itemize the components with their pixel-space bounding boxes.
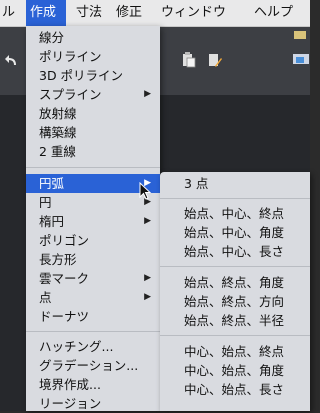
menu-item-label: グラデーション...	[39, 358, 139, 373]
menu-item-double-line[interactable]: 2 重線	[26, 142, 160, 161]
menu-item-label: 長方形	[39, 252, 77, 267]
menu-item-polyline[interactable]: ポリライン	[26, 47, 160, 66]
menu-item-label: スプライン	[39, 87, 102, 102]
menubar-item-dimension[interactable]: 寸法	[72, 0, 110, 26]
submenu-item-start-center-length[interactable]: 始点、中心、長さ	[160, 242, 310, 261]
menu-item-label: ドーナツ	[39, 309, 90, 324]
match-properties-icon[interactable]	[208, 52, 222, 68]
create-menu: 線分 ポリライン 3D ポリライン スプライン ▶ 放射線 構築線 2 重線 円弧…	[26, 26, 160, 411]
submenu-item-start-center-end[interactable]: 始点、中心、終点	[160, 204, 310, 223]
submenu-item-start-end-angle[interactable]: 始点、終点、角度	[160, 273, 310, 292]
menubar-item-help[interactable]: ヘルプ	[250, 0, 310, 26]
menu-item-label: 雲マーク	[39, 271, 90, 286]
menubar: ル 作成 寸法 修正 ウィンドウ ヘルプ	[0, 0, 310, 27]
menu-item-gradient[interactable]: グラデーション...	[26, 356, 160, 375]
menu-item-polygon[interactable]: ポリゴン	[26, 231, 160, 250]
menu-item-label: 構築線	[39, 125, 77, 140]
app-toolbar-left	[0, 27, 26, 95]
undo-icon[interactable]	[4, 53, 18, 69]
submenu-separator	[160, 335, 310, 336]
menu-item-line[interactable]: 線分	[26, 28, 160, 47]
menu-item-spline[interactable]: スプライン ▶	[26, 85, 160, 104]
submenu-separator	[160, 198, 310, 199]
menu-item-label: 2 重線	[39, 144, 76, 159]
menu-item-label: 境界作成...	[39, 377, 101, 392]
tool-icon[interactable]	[292, 29, 308, 41]
menu-item-revision-cloud[interactable]: 雲マーク ▶	[26, 269, 160, 288]
submenu-separator	[160, 266, 310, 267]
submenu-item-center-start-angle[interactable]: 中心、始点、角度	[160, 361, 310, 380]
menu-item-label: 円弧	[39, 176, 65, 191]
menu-item-ellipse[interactable]: 楕円 ▶	[26, 212, 160, 231]
view-icon[interactable]	[292, 51, 310, 69]
menu-item-label: 楕円	[39, 214, 65, 229]
arc-submenu: 3 点 始点、中心、終点 始点、中心、角度 始点、中心、長さ 始点、終点、角度 …	[160, 172, 310, 411]
submenu-item-center-start-length[interactable]: 中心、始点、長さ	[160, 380, 310, 399]
menubar-item-window[interactable]: ウィンドウ	[157, 0, 247, 26]
menu-item-3d-polyline[interactable]: 3D ポリライン	[26, 66, 160, 85]
menu-item-donut[interactable]: ドーナツ	[26, 307, 160, 326]
menu-item-label: 円	[39, 195, 52, 210]
menubar-item-modify[interactable]: 修正	[112, 0, 152, 26]
menubar-item-create[interactable]: 作成	[26, 0, 66, 26]
menu-separator	[26, 331, 160, 332]
submenu-item-3-point[interactable]: 3 点	[160, 174, 310, 193]
submenu-arrow-icon: ▶	[144, 273, 151, 283]
menu-item-point[interactable]: 点 ▶	[26, 288, 160, 307]
menu-item-label: リージョン	[39, 396, 102, 411]
menu-item-rectangle[interactable]: 長方形	[26, 250, 160, 269]
submenu-item-start-center-angle[interactable]: 始点、中心、角度	[160, 223, 310, 242]
menu-item-construction-line[interactable]: 構築線	[26, 123, 160, 142]
mouse-cursor-icon	[139, 182, 152, 200]
menu-separator	[26, 167, 160, 168]
submenu-arrow-icon: ▶	[144, 216, 151, 226]
menu-item-label: 放射線	[39, 106, 77, 121]
menu-item-label: 点	[39, 290, 52, 305]
menu-item-label: ハッチング...	[39, 339, 114, 354]
menu-item-hatch[interactable]: ハッチング...	[26, 337, 160, 356]
menubar-item-truncated[interactable]: ル	[0, 0, 24, 26]
submenu-item-start-end-radius[interactable]: 始点、終点、半径	[160, 311, 310, 330]
menu-item-region[interactable]: リージョン	[26, 394, 160, 413]
menu-item-label: ポリゴン	[39, 233, 90, 248]
app-toolbar	[160, 27, 310, 95]
menu-item-label: ポリライン	[39, 49, 102, 64]
menu-item-ray[interactable]: 放射線	[26, 104, 160, 123]
submenu-arrow-icon: ▶	[144, 292, 151, 302]
menu-item-label: 線分	[39, 30, 65, 45]
menu-item-boundary[interactable]: 境界作成...	[26, 375, 160, 394]
submenu-arrow-icon: ▶	[144, 89, 151, 99]
submenu-item-center-start-end[interactable]: 中心、始点、終点	[160, 342, 310, 361]
clipboard-paste-icon[interactable]	[182, 52, 196, 68]
submenu-item-start-end-direction[interactable]: 始点、終点、方向	[160, 292, 310, 311]
menu-item-label: 3D ポリライン	[39, 68, 124, 83]
